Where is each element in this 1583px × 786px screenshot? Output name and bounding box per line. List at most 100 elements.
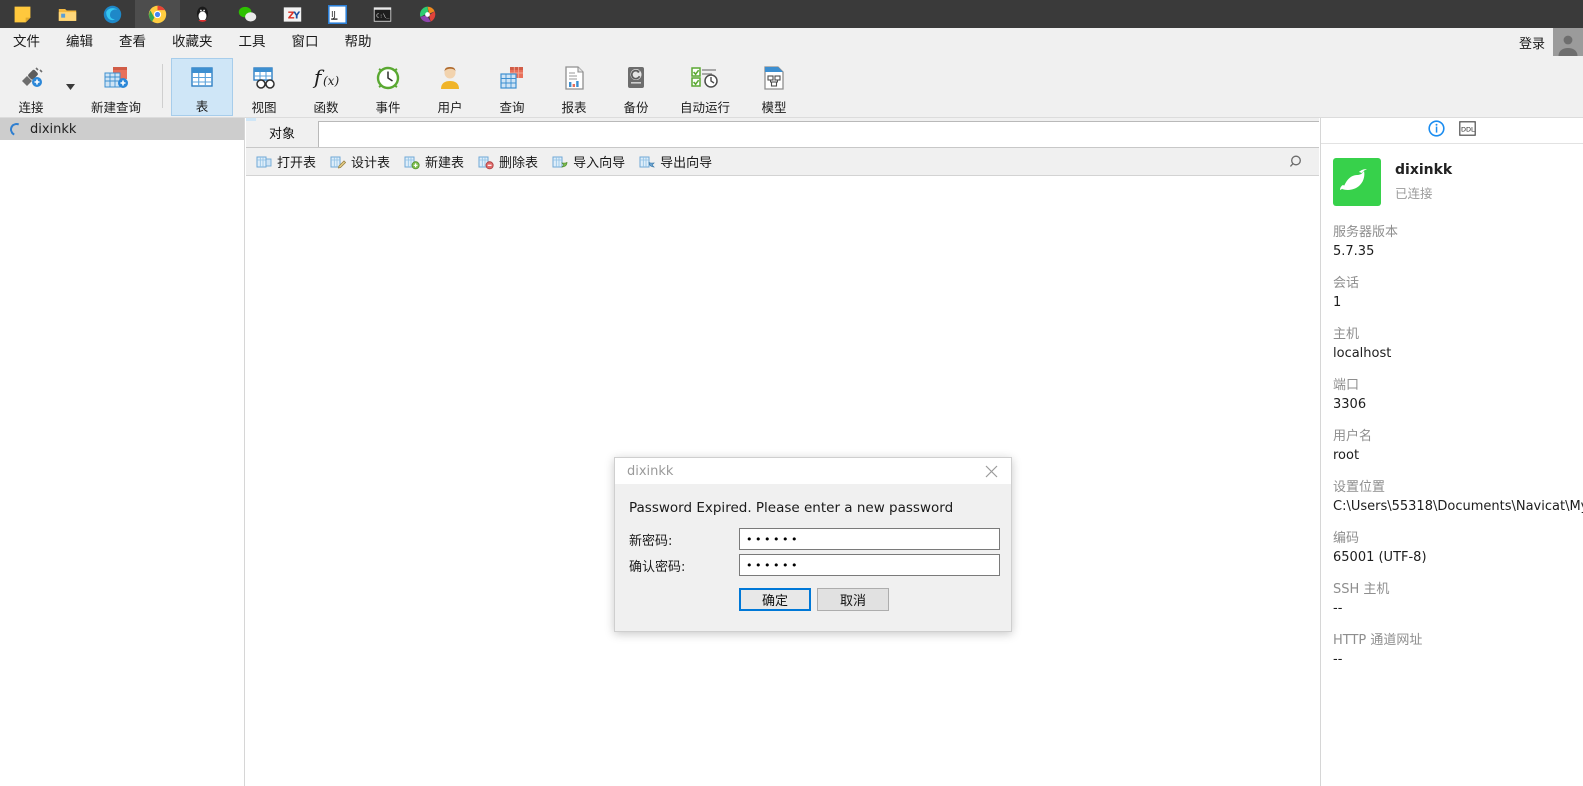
user-icon [436, 63, 464, 93]
import-wizard-icon [552, 154, 568, 170]
connection-status: 已连接 [1395, 186, 1433, 201]
property-key: SSH 主机 [1333, 582, 1390, 597]
toolbar-button-function[interactable]: f (x) 函数 [295, 58, 357, 116]
delete-table-button[interactable]: 删除表 [478, 152, 538, 171]
property-value: localhost [1333, 346, 1392, 361]
new-password-field-row: 新密码: •••••• [615, 528, 1011, 550]
connection-sidebar: dixinkk [0, 118, 245, 786]
property-row: HTTP 通道网址 -- [1333, 632, 1583, 669]
menu-item-view[interactable]: 查看 [106, 28, 159, 56]
menu-item-tools[interactable]: 工具 [226, 28, 279, 56]
connection-icon [16, 63, 46, 93]
import-wizard-button[interactable]: 导入向导 [552, 152, 625, 171]
toolbar-button-new-query[interactable]: 新建查询 [78, 58, 154, 116]
google-chrome-icon[interactable] [135, 0, 180, 28]
export-wizard-button[interactable]: 导出向导 [639, 152, 712, 171]
toolbar-button-report[interactable]: 报表 [543, 58, 605, 116]
menu-item-help[interactable]: 帮助 [332, 28, 385, 56]
zy-app-icon[interactable]: ZY [270, 0, 315, 28]
property-row: 会话 1 [1333, 275, 1583, 312]
open-table-button[interactable]: 打开表 [256, 152, 316, 171]
property-value: -- [1333, 601, 1343, 616]
property-row: 主机 localhost [1333, 326, 1583, 363]
toolbar-label-connection: 连接 [18, 100, 44, 115]
property-key: 设置位置 [1333, 480, 1386, 495]
property-value: root [1333, 448, 1360, 463]
toolbar-separator [162, 64, 163, 108]
property-key: 会话 [1333, 276, 1360, 291]
new-password-input[interactable]: •••••• [739, 528, 1000, 550]
delete-table-icon [478, 154, 494, 170]
navicat-window: ZY IJ C:\_ 文件 编辑 查看 收藏夹 工具 窗口 帮助 登录 连接 新… [0, 0, 1583, 786]
toolbar-button-connection[interactable]: 连接 [0, 58, 62, 116]
toolbar-button-model[interactable]: 模型 [743, 58, 805, 116]
backup-icon [622, 63, 650, 93]
menu-item-favorites[interactable]: 收藏夹 [159, 28, 226, 56]
delete-table-label: 删除表 [499, 156, 539, 171]
confirm-password-input[interactable]: •••••• [739, 554, 1000, 576]
ok-button[interactable]: 确定 [739, 588, 811, 611]
command-prompt-icon[interactable]: C:\_ [360, 0, 405, 28]
toolbar-button-automation[interactable]: 自动运行 [667, 58, 743, 116]
menu-item-edit[interactable]: 编辑 [53, 28, 106, 56]
svg-text:Y: Y [292, 10, 300, 21]
search-icon[interactable] [1289, 154, 1305, 175]
connection-info-panel: DDL dixinkk 已连接 服务器版本 5.7.35 会话 1 主机 loc… [1320, 118, 1583, 786]
import-wizard-label: 导入向导 [573, 156, 626, 171]
new-password-label: 新密码: [629, 533, 673, 549]
tab-objects[interactable]: 对象 [246, 118, 318, 147]
microsoft-edge-icon[interactable] [90, 0, 135, 28]
new-query-icon [101, 63, 131, 93]
dialog-title-bar: dixinkk [615, 458, 1011, 484]
confirm-password-label: 确认密码: [629, 559, 686, 575]
info-icon[interactable] [1428, 119, 1445, 142]
dialog-button-row: 确定 取消 [615, 588, 1011, 611]
design-table-button[interactable]: 设计表 [330, 152, 390, 171]
property-row: 设置位置 C:\Users\55318\Documents\Navicat\My [1333, 479, 1583, 516]
toolbar-button-user[interactable]: 用户 [419, 58, 481, 116]
menu-bar-right: 登录 [1519, 28, 1583, 56]
toolbar-button-table[interactable]: 表 [171, 58, 233, 116]
close-icon[interactable] [971, 458, 1011, 484]
connection-properties-list: 服务器版本 5.7.35 会话 1 主机 localhost 端口 3306 用… [1321, 206, 1583, 669]
property-value: 3306 [1333, 397, 1367, 412]
wechat-icon[interactable] [225, 0, 270, 28]
property-key: HTTP 通道网址 [1333, 633, 1423, 648]
dialog-message: Password Expired. Please enter a new pas… [629, 500, 954, 516]
property-key: 端口 [1333, 378, 1360, 393]
toolbar-label-report: 报表 [561, 100, 587, 115]
qq-penguin-icon[interactable] [180, 0, 225, 28]
toolbar-button-view[interactable]: 视图 [233, 58, 295, 116]
sidebar-item-dixinkk[interactable]: dixinkk [0, 118, 244, 140]
toolbar-label-function: 函数 [313, 100, 339, 115]
design-table-icon [330, 154, 347, 170]
tab-content-area [318, 121, 1319, 147]
property-key: 编码 [1333, 531, 1360, 546]
password-expired-dialog: dixinkk Password Expired. Please enter a… [614, 457, 1012, 632]
toolbar-button-query[interactable]: 查询 [481, 58, 543, 116]
table-icon [188, 64, 216, 92]
cancel-button[interactable]: 取消 [817, 588, 889, 611]
toolbar-label-table: 表 [195, 99, 209, 114]
file-explorer-icon[interactable] [45, 0, 90, 28]
menu-item-file[interactable]: 文件 [0, 28, 53, 56]
toolbar-label-view: 视图 [251, 100, 277, 115]
toolbar-button-backup[interactable]: 备份 [605, 58, 667, 116]
connection-dropdown-caret-icon[interactable] [62, 58, 78, 116]
intellij-idea-icon[interactable]: IJ [315, 0, 360, 28]
confirm-password-field-row: 确认密码: •••••• [615, 554, 1011, 576]
login-link[interactable]: 登录 [1519, 33, 1553, 52]
connection-header-text: dixinkk 已连接 [1395, 162, 1452, 202]
sticky-notes-icon[interactable] [0, 0, 45, 28]
avatar[interactable] [1553, 28, 1583, 56]
design-table-label: 设计表 [351, 156, 391, 171]
open-table-icon [256, 154, 272, 170]
toolbar-label-backup: 备份 [623, 100, 649, 115]
svg-text:IJ: IJ [331, 9, 336, 18]
menu-item-window[interactable]: 窗口 [279, 28, 332, 56]
open-table-label: 打开表 [277, 156, 317, 171]
new-table-button[interactable]: 新建表 [404, 152, 464, 171]
toolbar-button-event[interactable]: 事件 [357, 58, 419, 116]
navicat-icon[interactable] [405, 0, 450, 28]
ddl-icon[interactable]: DDL [1459, 120, 1476, 141]
